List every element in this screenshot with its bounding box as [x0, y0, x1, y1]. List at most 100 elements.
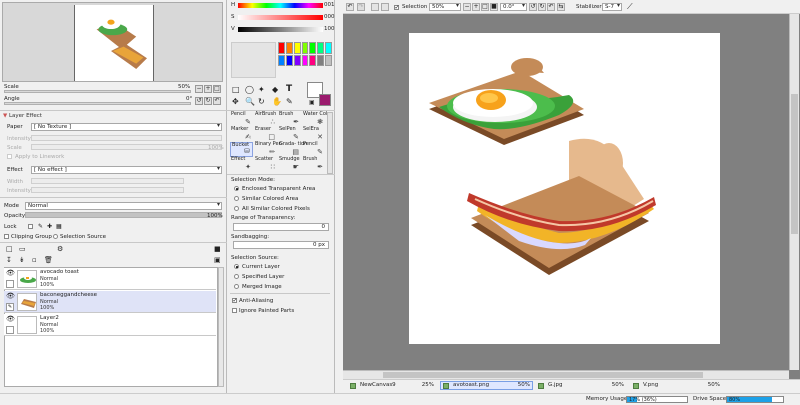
document-tab[interactable]: avotoast.png 50% — [440, 381, 533, 390]
clear-layer-icon[interactable]: ▫ — [32, 256, 37, 264]
angle-select[interactable]: 0.0° — [500, 3, 527, 11]
tool-water-color[interactable]: Water Color ❃ — [302, 112, 332, 127]
eyedropper-icon[interactable]: ✎ — [286, 97, 293, 106]
specified-layer-radio[interactable] — [234, 274, 239, 279]
visibility-eye-icon[interactable]: 👁 — [6, 292, 15, 300]
document-tab[interactable]: NewCanvas9 25% — [347, 381, 437, 390]
paper-select[interactable]: [ No Texture ] — [31, 123, 222, 131]
lock-alpha-icon[interactable]: ▦ — [56, 223, 62, 230]
flip-horizontal-button[interactable]: ⇆ — [557, 3, 565, 11]
zoom-tool-icon[interactable]: 🔍 — [245, 97, 255, 106]
rotate-right-button[interactable]: ↻ — [204, 97, 212, 105]
tool-grada-tion[interactable]: Grada- tion ▤ — [278, 142, 307, 157]
color-swatch[interactable] — [293, 42, 301, 54]
tool-brush[interactable]: Brush ✒ — [278, 112, 301, 127]
color-swatch[interactable] — [285, 42, 293, 54]
visibility-eye-icon[interactable]: 👁 — [6, 269, 15, 277]
document-tab[interactable]: V.png 50% — [630, 381, 723, 390]
layer-item[interactable]: 👁 ✎ baconeggandcheese Normal 100% — [4, 291, 216, 313]
enclosed-area-radio[interactable] — [234, 186, 239, 191]
color-swatch[interactable] — [285, 54, 293, 66]
text-tool-icon[interactable]: T — [286, 84, 292, 94]
transparent-color-icon[interactable]: ▣ — [309, 99, 315, 106]
tool-pencil[interactable]: Pencil ✎ — [302, 142, 325, 157]
layer-item[interactable]: 👁 Layer2 Normal 100% — [4, 314, 216, 336]
navigator-preview[interactable] — [74, 5, 154, 81]
deselect-button[interactable] — [371, 3, 379, 11]
color-swatch[interactable] — [317, 54, 325, 66]
color-swatch[interactable] — [278, 42, 285, 54]
color-swatch[interactable] — [278, 54, 285, 66]
range-transparency-input[interactable]: 0 — [233, 223, 329, 231]
visibility-eye-icon[interactable]: 👁 — [6, 315, 15, 323]
anti-aliasing-checkbox[interactable] — [232, 297, 238, 304]
apply-linework-checkbox[interactable] — [7, 154, 12, 159]
opacity-slider[interactable] — [25, 212, 222, 218]
layer-select-checkbox[interactable] — [6, 326, 14, 334]
transfer-down-icon[interactable]: ↧ — [6, 256, 12, 264]
layer-edit-pencil-icon[interactable]: ✎ — [6, 303, 14, 311]
color-swatch[interactable] — [325, 54, 332, 66]
color-mixer-area[interactable] — [231, 42, 276, 78]
color-swatch[interactable] — [309, 54, 317, 66]
toolbar-zoom-out[interactable]: − — [463, 3, 471, 11]
blend-mode-select[interactable]: Normal — [25, 202, 222, 210]
hue-slider[interactable] — [238, 3, 323, 8]
document-tab[interactable]: G.jpg 50% — [535, 381, 627, 390]
layer-effect-title[interactable]: ▼ Layer Effect — [3, 113, 42, 119]
vertical-scroll-thumb[interactable] — [791, 94, 798, 234]
merge-down-icon[interactable]: ↡ — [19, 256, 25, 264]
layer-menu-icon[interactable]: ■ — [214, 245, 221, 253]
color-swatch[interactable] — [317, 42, 325, 54]
move-tool-icon[interactable]: ✥ — [232, 97, 239, 106]
navigator-area[interactable] — [2, 2, 223, 82]
lock-checkbox[interactable] — [28, 224, 33, 229]
zoom-out-button[interactable]: − — [195, 85, 203, 93]
canvas-horizontal-scrollbar[interactable] — [343, 370, 789, 379]
selection-source-checkbox[interactable] — [53, 234, 58, 239]
tool-smudge[interactable]: Smudge ☛ — [278, 157, 301, 172]
toolbar-rotate-right[interactable]: ↻ — [538, 3, 546, 11]
tool-effect[interactable]: Effect ✦ — [230, 157, 253, 172]
color-swatch[interactable] — [301, 54, 309, 66]
color-swatch[interactable] — [293, 54, 301, 66]
ignore-painted-checkbox[interactable] — [232, 308, 237, 313]
current-layer-radio[interactable] — [234, 264, 239, 269]
similar-pixels-radio[interactable] — [234, 206, 239, 211]
effect-intensity-slider[interactable] — [31, 187, 184, 193]
merged-image-radio[interactable] — [234, 284, 239, 289]
new-folder-icon[interactable]: ▭ — [19, 245, 26, 253]
redo-button[interactable]: ↷ — [357, 3, 365, 11]
layer-settings-icon[interactable]: ⚙ — [57, 245, 63, 253]
rotate-reset-button[interactable]: ↶ — [213, 97, 221, 105]
tool-selpen[interactable]: SelPen ✎ — [278, 127, 301, 142]
effect-select[interactable]: [ No effect ] — [31, 166, 222, 174]
tool-pencil[interactable]: Pencil ✎ — [230, 112, 253, 127]
angle-slider[interactable] — [4, 102, 191, 105]
toolbar-rotate-left[interactable]: ↺ — [529, 3, 537, 11]
tool-brush[interactable]: Brush ✒ — [302, 157, 325, 172]
tool-scatter[interactable]: Scatter ∷ — [254, 157, 277, 172]
stabilizer-line-icon[interactable]: ⟋ — [627, 2, 633, 12]
hand-tool-icon[interactable]: ✋ — [272, 97, 282, 106]
delete-layer-icon[interactable]: 🗑 — [44, 256, 53, 264]
layer-option-icon[interactable]: ▣ — [214, 256, 221, 264]
color-swatch[interactable] — [325, 42, 332, 54]
layer-item[interactable]: 👁 avocado toast Normal 100% — [4, 268, 216, 290]
shape-icon[interactable]: ◆ — [272, 85, 278, 94]
scale-slider[interactable] — [4, 90, 191, 93]
similar-area-radio[interactable] — [234, 196, 239, 201]
undo-button[interactable]: ↶ — [346, 3, 354, 11]
rotate-left-button[interactable]: ↺ — [195, 97, 203, 105]
tool-binary-pen[interactable]: Binary Pen ✏ — [254, 142, 282, 157]
stabilizer-select[interactable]: S-7 — [602, 3, 622, 11]
toolbar-zoom-fit[interactable]: □ — [481, 3, 489, 11]
clipping-group-checkbox[interactable] — [4, 234, 9, 239]
color-swatch[interactable] — [309, 42, 317, 54]
zoom-select[interactable]: 50% — [429, 3, 461, 11]
paper-scale-slider[interactable] — [31, 144, 222, 150]
effect-width-slider[interactable] — [31, 178, 184, 184]
layers-scrollbar[interactable] — [218, 267, 224, 387]
zoom-reset-button[interactable]: □ — [213, 85, 221, 93]
color-swatches[interactable] — [278, 42, 332, 66]
